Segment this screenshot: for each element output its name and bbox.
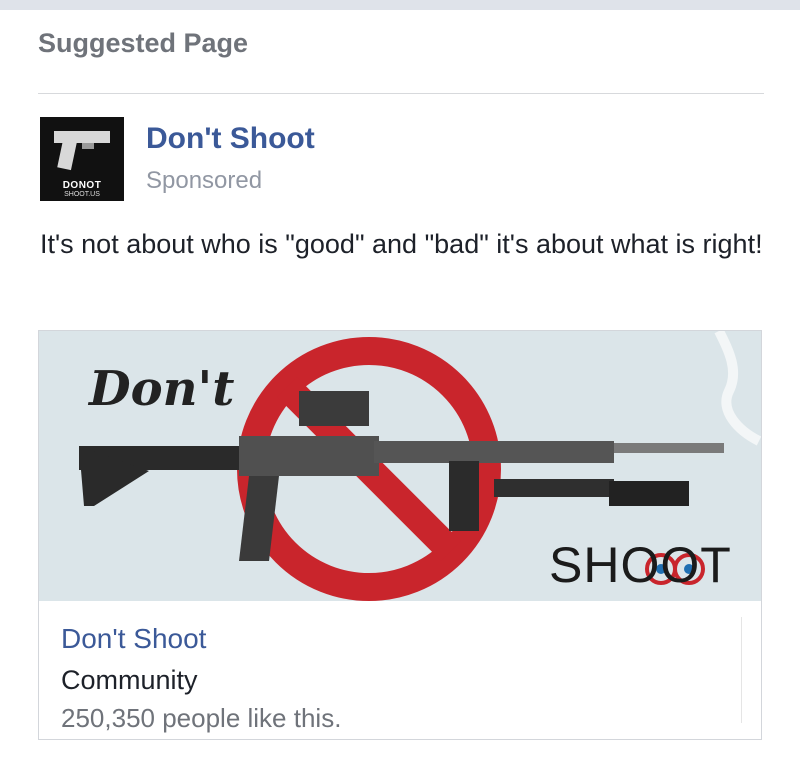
header-divider <box>38 93 764 94</box>
ad-footer-separator <box>741 617 742 723</box>
suggested-page-card: Suggested Page DONOT SHOOT.US Don't Shoo… <box>0 10 800 783</box>
ad-image[interactable]: Don't SHOOT <box>39 331 761 601</box>
page-avatar[interactable]: DONOT SHOOT.US <box>40 117 124 201</box>
ad-category: Community <box>61 665 198 695</box>
ad-attachment[interactable]: Don't SHOOT Don't Shoot Community 250,35… <box>38 330 762 740</box>
ad-title-link[interactable]: Don't Shoot <box>61 623 206 655</box>
card-header-title: Suggested Page <box>38 28 249 58</box>
image-text-shoot: SHOOT <box>549 537 732 593</box>
ad-like-count: 250,350 people like this. <box>61 703 342 733</box>
ad-footer[interactable]: Don't Shoot Community 250,350 people lik… <box>39 601 761 739</box>
top-separator-bar <box>0 0 800 10</box>
post-text: It's not about who is "good" and "bad" i… <box>40 229 763 259</box>
sponsored-label[interactable]: Sponsored <box>146 167 262 195</box>
avatar-sublabel: SHOOT.US <box>64 191 100 198</box>
avatar-label: DONOT <box>62 180 102 191</box>
page-name-link[interactable]: Don't Shoot <box>146 122 315 156</box>
image-text-dont: Don't <box>89 361 235 417</box>
